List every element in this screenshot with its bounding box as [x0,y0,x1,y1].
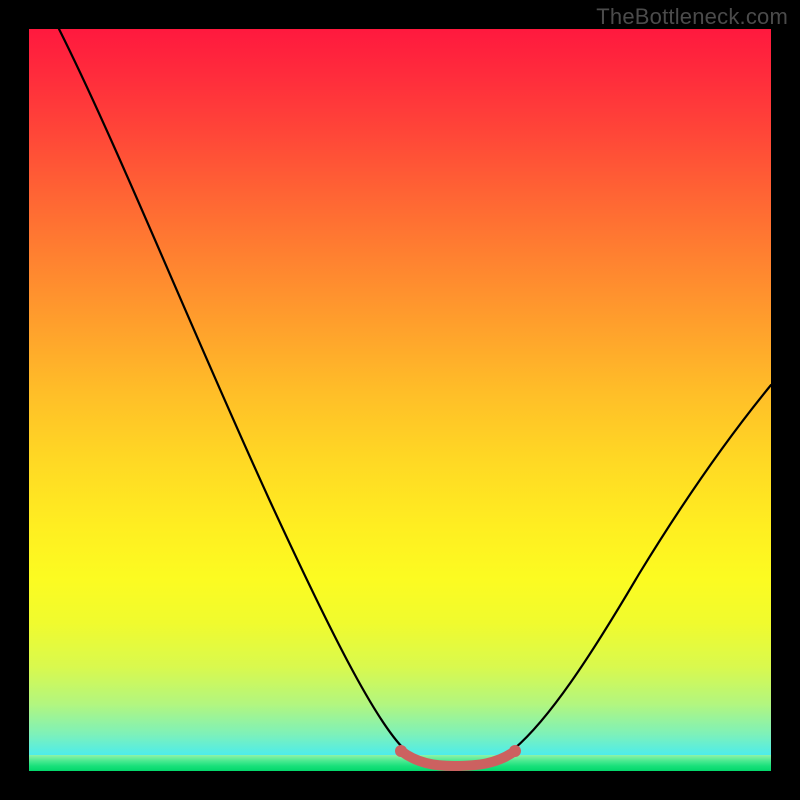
chart-frame: TheBottleneck.com [0,0,800,800]
plot-area [29,29,771,771]
flat-segment-start-dot [395,745,407,757]
flat-segment-end-dot [509,745,521,757]
curve-layer [29,29,771,771]
bottleneck-curve [59,29,771,764]
watermark-text: TheBottleneck.com [596,4,788,30]
optimal-flat-segment [401,751,515,766]
